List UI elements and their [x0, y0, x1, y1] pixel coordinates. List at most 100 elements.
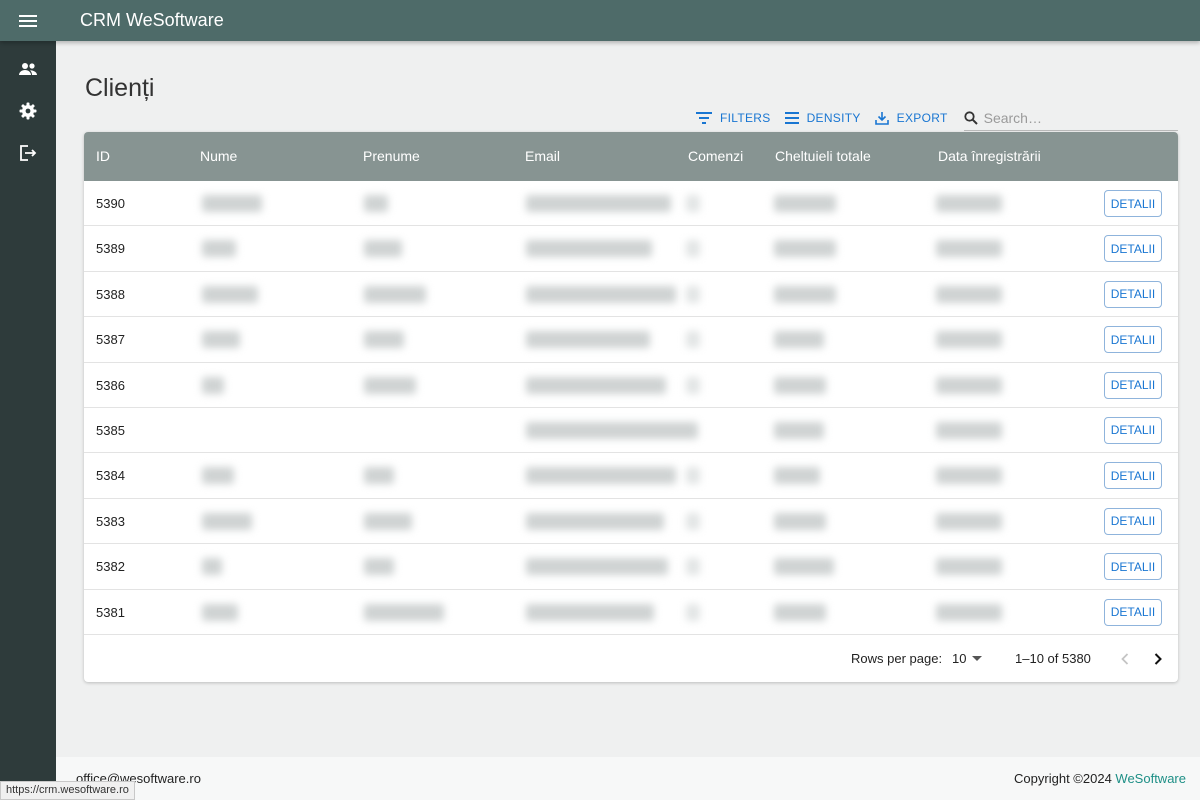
download-icon — [874, 112, 889, 125]
redacted-cell — [526, 195, 671, 212]
redacted-cell — [526, 558, 668, 576]
details-button[interactable]: DETALII — [1104, 326, 1162, 354]
rows-per-page-value: 10 — [952, 651, 967, 666]
details-button[interactable]: DETALII — [1104, 190, 1162, 217]
column-header-data[interactable]: Data înregistrării — [938, 132, 1041, 181]
redacted-cell — [686, 331, 700, 349]
density-button[interactable]: DENSITY — [784, 105, 861, 131]
column-header-email[interactable]: Email — [525, 132, 560, 181]
footer-copyright: Copyright ©2024 WeSoftware — [1014, 771, 1186, 786]
rows-per-page-label: Rows per page: — [851, 651, 943, 666]
copyright-link[interactable]: WeSoftware — [1115, 771, 1186, 786]
redacted-cell — [686, 240, 700, 258]
rows-per-page-select[interactable]: 10 — [952, 636, 983, 682]
table-row[interactable]: 5387 DETALII — [84, 317, 1178, 363]
redacted-cell — [774, 195, 836, 212]
export-button[interactable]: EXPORT — [874, 105, 948, 131]
prev-page-button[interactable] — [1114, 648, 1136, 670]
details-button[interactable]: DETALII — [1104, 235, 1162, 263]
redacted-cell — [202, 195, 262, 212]
table-row[interactable]: 5382 DETALII — [84, 544, 1178, 590]
details-button[interactable]: DETALII — [1104, 371, 1162, 399]
cell-id: 5386 — [96, 377, 125, 393]
copyright-text: Copyright ©2024 — [1014, 771, 1112, 786]
table-row[interactable]: 5385 DETALII — [84, 408, 1178, 454]
menu-icon[interactable] — [0, 0, 56, 41]
redacted-cell — [526, 240, 652, 258]
column-header-prenume[interactable]: Prenume — [363, 132, 420, 181]
cell-id: 5390 — [96, 196, 125, 211]
page-range: 1–10 of 5380 — [1015, 651, 1091, 666]
table-row[interactable]: 5383 DETALII — [84, 499, 1178, 545]
details-button[interactable]: DETALII — [1104, 416, 1162, 444]
redacted-cell — [686, 603, 700, 621]
filter-icon — [696, 112, 712, 124]
details-button[interactable]: DETALII — [1104, 598, 1162, 626]
next-page-button[interactable] — [1147, 648, 1169, 670]
redacted-cell — [936, 558, 1002, 576]
column-header-cheltuieli[interactable]: Cheltuieli totale — [775, 132, 871, 181]
table-row[interactable]: 5389 DETALII — [84, 226, 1178, 273]
sidebar-item-logout[interactable] — [0, 132, 56, 174]
table-row[interactable]: 5384 DETALII — [84, 453, 1178, 500]
redacted-cell — [526, 467, 676, 485]
cell-id: 5389 — [96, 241, 125, 257]
redacted-cell — [936, 240, 1002, 258]
column-header-comenzi[interactable]: Comenzi — [688, 132, 743, 181]
caret-down-icon — [972, 656, 983, 661]
app-title: CRM WeSoftware — [80, 10, 224, 30]
redacted-cell — [936, 331, 1002, 349]
redacted-cell — [364, 603, 444, 621]
export-label: EXPORT — [896, 111, 948, 125]
cell-id: 5383 — [96, 513, 125, 529]
chevron-left-icon — [1121, 653, 1129, 665]
redacted-cell — [202, 331, 240, 349]
density-icon — [784, 112, 799, 124]
main-content: Clienți FILTERS DENSITY EXPORT ID Nume P… — [56, 41, 1200, 757]
redacted-cell — [686, 376, 700, 394]
sidebar-item-clients[interactable] — [0, 48, 56, 90]
filters-label: FILTERS — [720, 111, 771, 125]
redacted-cell — [686, 195, 700, 212]
redacted-cell — [936, 195, 1002, 212]
column-header-nume[interactable]: Nume — [200, 132, 237, 181]
redacted-cell — [202, 467, 234, 485]
redacted-cell — [936, 285, 1002, 303]
redacted-cell — [774, 512, 826, 530]
logout-icon — [20, 145, 37, 161]
column-header-id[interactable]: ID — [96, 132, 110, 181]
table-row[interactable]: 5381 DETALII — [84, 590, 1178, 636]
redacted-cell — [202, 240, 236, 258]
table-row[interactable]: 5386 DETALII — [84, 363, 1178, 409]
redacted-cell — [936, 376, 1002, 394]
redacted-cell — [202, 376, 224, 394]
clients-table: ID Nume Prenume Email Comenzi Cheltuieli… — [84, 132, 1178, 682]
redacted-cell — [686, 467, 700, 485]
redacted-cell — [774, 376, 826, 394]
redacted-cell — [364, 285, 426, 303]
redacted-cell — [526, 421, 698, 439]
search-icon — [964, 110, 978, 125]
table-header: ID Nume Prenume Email Comenzi Cheltuieli… — [84, 132, 1178, 181]
filters-button[interactable]: FILTERS — [696, 105, 771, 131]
redacted-cell — [202, 285, 258, 303]
redacted-cell — [202, 603, 238, 621]
table-row[interactable]: 5390 DETALII — [84, 181, 1178, 227]
redacted-cell — [526, 512, 664, 530]
details-button[interactable]: DETALII — [1104, 280, 1162, 308]
cell-id: 5387 — [96, 332, 125, 348]
search-input[interactable] — [983, 109, 1164, 126]
redacted-cell — [774, 285, 836, 303]
sidebar-item-settings[interactable] — [0, 90, 56, 132]
redacted-cell — [774, 240, 836, 258]
redacted-cell — [364, 240, 402, 258]
cell-id: 5385 — [96, 422, 125, 438]
table-row[interactable]: 5388 DETALII — [84, 272, 1178, 318]
details-button[interactable]: DETALII — [1104, 462, 1162, 490]
details-button[interactable]: DETALII — [1104, 553, 1162, 581]
people-icon — [19, 63, 37, 75]
details-button[interactable]: DETALII — [1104, 507, 1162, 535]
redacted-cell — [364, 512, 412, 530]
gear-icon — [19, 102, 37, 120]
redacted-cell — [936, 512, 1002, 530]
